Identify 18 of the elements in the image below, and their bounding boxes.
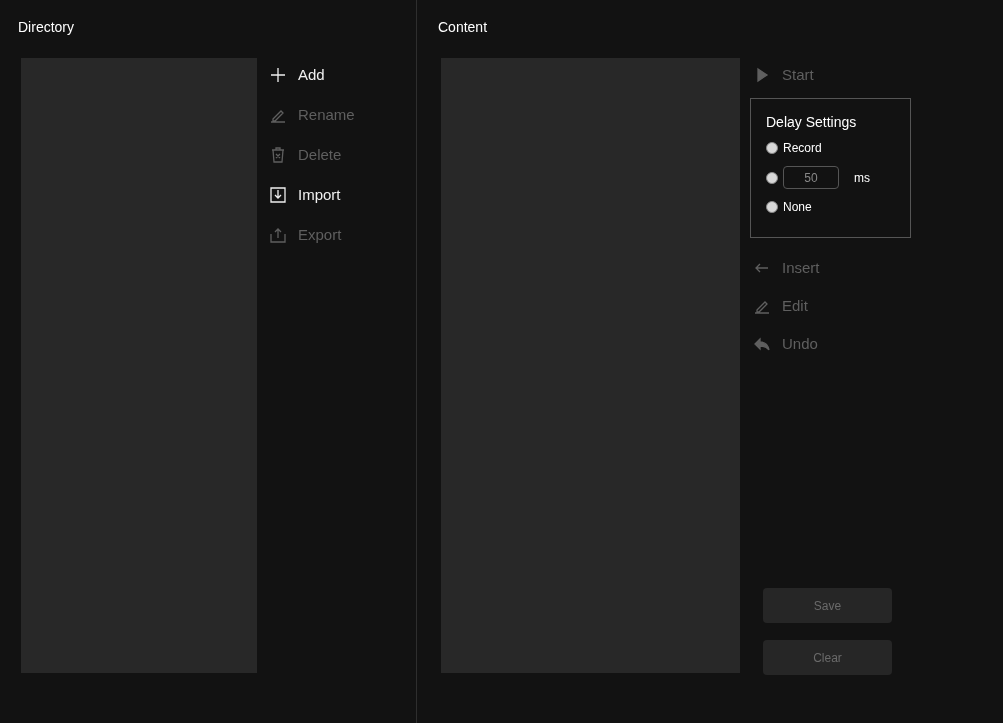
unit-label: ms [854,169,870,186]
radio-button[interactable] [766,201,778,213]
panel-title: Directory [18,18,75,37]
play-icon [754,67,770,83]
export-icon [270,227,286,243]
option-label: Record [783,140,822,156]
panel-title: Content [438,18,489,37]
plus-icon [270,67,286,83]
trash-icon [270,147,286,163]
option-label: None [783,199,812,215]
delay-input[interactable]: 50 [783,166,839,189]
action-button[interactable]: Import [266,179,359,211]
action-button[interactable]: Add [266,59,359,91]
radio-button[interactable] [766,142,778,154]
import-icon [270,187,286,203]
radio-button[interactable] [766,171,778,184]
panel-heading: Delay Settings [766,113,858,132]
undo-icon [754,336,770,352]
